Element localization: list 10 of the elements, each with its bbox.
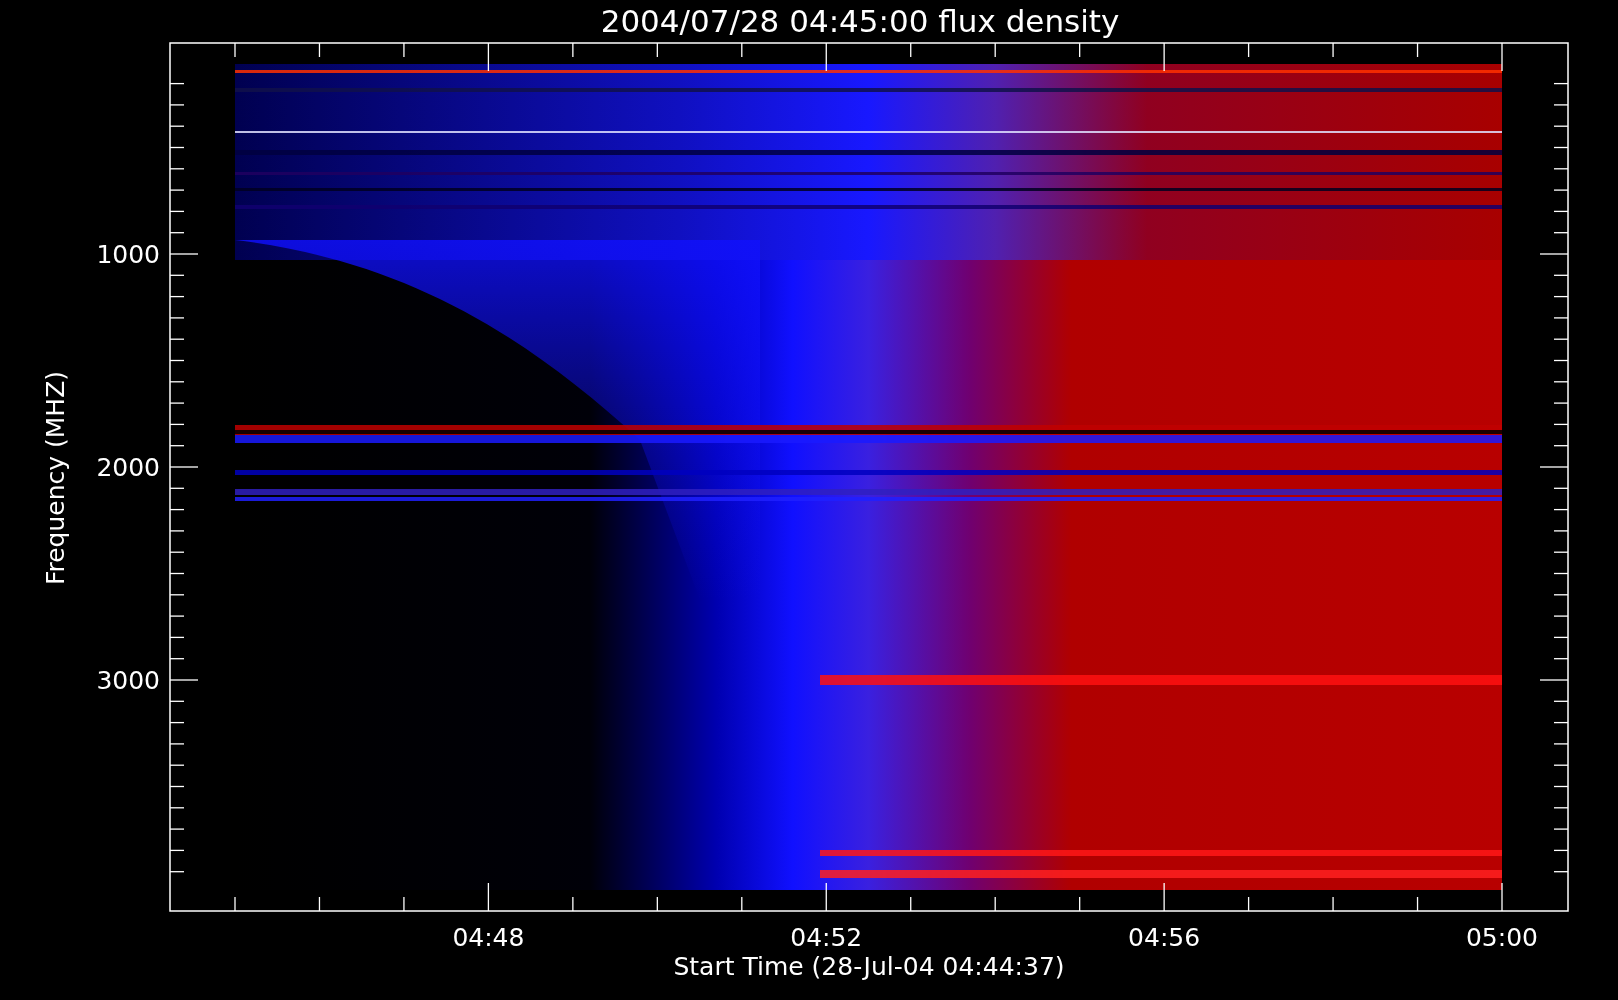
- x-tick-label: 04:56: [1128, 923, 1201, 952]
- plot-title: 2004/07/28 04:45:00 flux density: [600, 3, 1120, 39]
- y-tick-label: 1000: [96, 240, 160, 269]
- x-tick-label: 05:00: [1466, 923, 1538, 952]
- y-tick-label: 2000: [96, 453, 160, 482]
- y-tick-label: 3000: [96, 666, 160, 695]
- y-axis-label: Frequency (MHZ): [41, 370, 70, 586]
- x-tick-label: 04:48: [452, 923, 525, 952]
- x-tick-label: 04:52: [790, 923, 863, 952]
- x-axis-label: Start Time (28-Jul-04 04:44:37): [673, 952, 1065, 981]
